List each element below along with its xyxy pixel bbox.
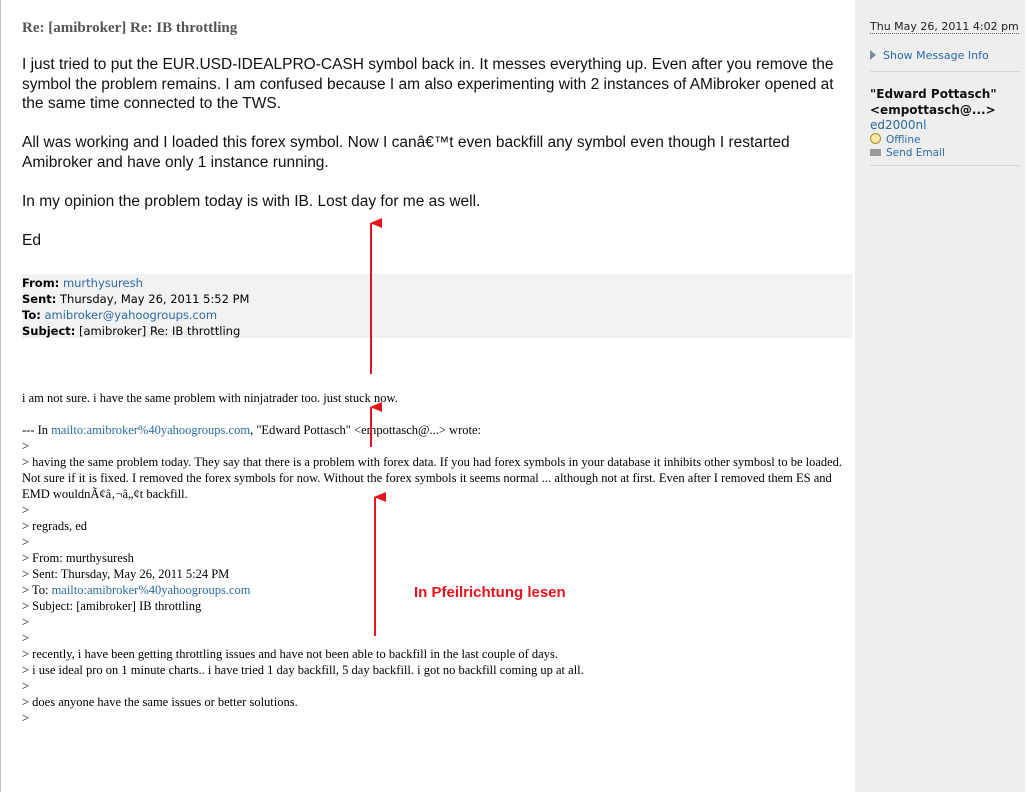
- quote-line: >: [22, 535, 30, 549]
- send-email-label: Send Email: [886, 147, 945, 159]
- quote-line: >: [22, 439, 30, 453]
- quote-line: > Sent: Thursday, May 26, 2011 5:24 PM: [22, 567, 230, 581]
- message-subject: Re: [amibroker] Re: IB throttling: [22, 20, 238, 36]
- mailto-link[interactable]: mailto:amibroker%40yahoogroups.com: [51, 423, 250, 437]
- show-message-info-link[interactable]: Show Message Info: [870, 49, 989, 62]
- author-block: "Edward Pottasch" <empottasch@...>: [870, 86, 997, 118]
- attribution-prefix: --- In: [22, 423, 52, 437]
- quote-line: >: [22, 615, 30, 629]
- from-label: From:: [22, 276, 60, 290]
- envelope-icon: [870, 149, 881, 156]
- quote-line: > From: murthysuresh: [22, 551, 134, 565]
- from-link[interactable]: murthysuresh: [63, 276, 143, 290]
- message-pane: Re: [amibroker] Re: IB throttling I just…: [22, 0, 852, 792]
- offline-status-icon: [870, 133, 881, 144]
- sidebar-divider: [870, 165, 1020, 166]
- quote-line: > regrads, ed: [22, 519, 88, 533]
- quote-line: >: [22, 711, 30, 725]
- subject-label: Subject:: [22, 324, 76, 338]
- to-link[interactable]: amibroker@yahoogroups.com: [44, 308, 217, 322]
- attribution-suffix: , "Edward Pottasch" <empottasch@...> wro…: [250, 423, 481, 437]
- subject-value: [amibroker] Re: IB throttling: [79, 324, 241, 338]
- reply-line: i am not sure. i have the same problem w…: [22, 391, 398, 405]
- quote-line: >: [22, 631, 30, 645]
- quote-line: >: [22, 679, 30, 693]
- quoted-header: From: murthysuresh Sent: Thursday, May 2…: [22, 274, 852, 338]
- message-body: I just tried to put the EUR.USD-IDEALPRO…: [22, 55, 850, 270]
- body-paragraph: I just tried to put the EUR.USD-IDEALPRO…: [22, 56, 834, 112]
- body-paragraph: In my opinion the problem today is with …: [22, 192, 481, 210]
- attribution-line: --- In mailto:amibroker%40yahoogroups.co…: [22, 422, 852, 438]
- status-label: Offline: [886, 134, 921, 146]
- message-sidebar: Thu May 26, 2011 4:02 pm Show Message In…: [855, 0, 1025, 792]
- sent-label: Sent:: [22, 292, 57, 306]
- sidebar-divider: [870, 71, 1020, 72]
- status-indicator: Offline: [870, 133, 920, 146]
- author-name: "Edward Pottasch": [870, 87, 997, 101]
- author-yahoo-id-link[interactable]: ed2000nl: [870, 118, 926, 132]
- quote-line: > does anyone have the same issues or be…: [22, 695, 298, 709]
- send-email-link[interactable]: Send Email: [870, 147, 945, 159]
- sent-value: Thursday, May 26, 2011 5:52 PM: [60, 292, 250, 306]
- body-paragraph: All was working and I loaded this forex …: [22, 134, 790, 171]
- quote-line: > i use ideal pro on 1 minute charts.. i…: [22, 663, 584, 677]
- mailto-link[interactable]: mailto:amibroker%40yahoogroups.com: [52, 583, 251, 597]
- annotation-label: In Pfeilrichtung lesen: [414, 584, 566, 601]
- quote-line: > having the same problem today. They sa…: [22, 455, 843, 501]
- show-info-label: Show Message Info: [883, 49, 989, 62]
- reply-text: i am not sure. i have the same problem w…: [22, 390, 852, 726]
- quote-to-prefix: > To:: [22, 583, 52, 597]
- quote-line: > recently, i have been getting throttli…: [22, 647, 558, 661]
- message-date: Thu May 26, 2011 4:02 pm: [870, 20, 1019, 34]
- signature: Ed: [22, 231, 41, 249]
- author-email: <empottasch@...>: [870, 103, 996, 117]
- expand-arrow-icon: [870, 50, 876, 60]
- quote-line: >: [22, 503, 30, 517]
- to-label: To:: [22, 308, 41, 322]
